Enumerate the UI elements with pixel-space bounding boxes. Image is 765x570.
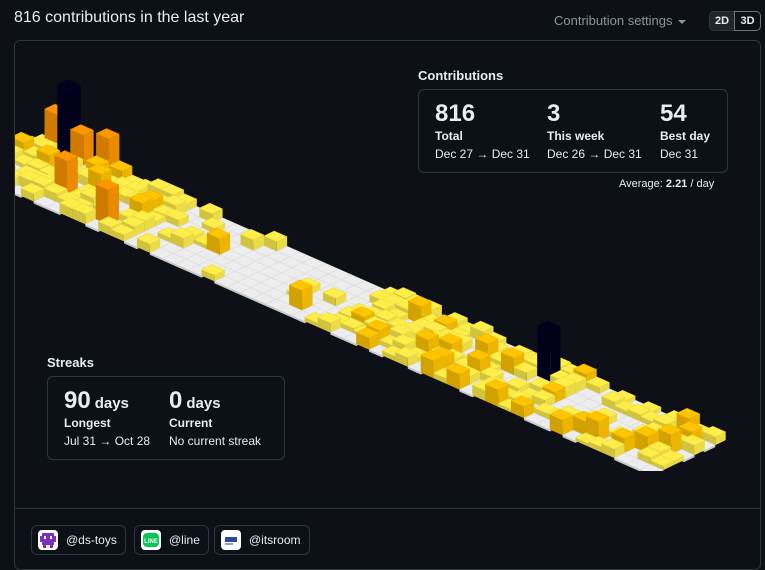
streaks-section-title: Streaks	[47, 355, 94, 370]
contribution-settings-label: Contribution settings	[554, 13, 673, 28]
svg-text:LINE: LINE	[144, 539, 158, 545]
stat-best-day-value: 54	[660, 100, 687, 127]
stat-total: 816 Total Dec 27 → Dec 31	[435, 100, 530, 162]
stat-total-label: Total	[435, 129, 463, 143]
stat-longest-label: Longest	[64, 416, 111, 430]
stat-longest-value: 90	[64, 387, 91, 414]
org-badge-ds-toys[interactable]: @ds-toys	[31, 525, 126, 555]
average-value: 2.21	[665, 178, 688, 190]
stat-this-week: 3 This week Dec 26 → Dec 31	[547, 100, 642, 162]
stat-total-range: Dec 27 → Dec 31	[435, 147, 530, 161]
stat-current-value: 0	[169, 387, 183, 414]
itsroom-icon	[221, 530, 241, 550]
stat-best-day-label: Best day	[660, 129, 711, 143]
view-2d-button[interactable]: 2D	[709, 11, 735, 31]
stat-current-range: No current streak	[169, 434, 262, 448]
ds-toys-icon	[38, 530, 58, 550]
stat-longest-streak: 90 days Longest Jul 31 → Oct 28	[64, 387, 151, 449]
stat-current-unit: days	[186, 395, 221, 412]
org-name-ds-toys: @ds-toys	[66, 533, 117, 547]
stat-total-value: 816	[435, 100, 476, 127]
contribution-day-bar	[445, 363, 471, 390]
contributions-count-title: 816 contributions in the last year	[14, 9, 245, 26]
average-per-day: Average: 2.21 / day	[619, 178, 714, 190]
panel-divider	[15, 508, 760, 509]
stat-this-week-range: Dec 26 → Dec 31	[547, 147, 642, 161]
stat-this-week-label: This week	[547, 129, 605, 143]
average-unit: / day	[690, 178, 715, 190]
org-badge-itsroom[interactable]: @itsroom	[214, 525, 310, 555]
average-label: Average:	[619, 178, 663, 190]
stat-best-day-range: Dec 31	[660, 147, 699, 161]
contributions-section-title: Contributions	[418, 68, 504, 83]
org-name-line: @line	[169, 533, 200, 547]
stat-current-label: Current	[169, 416, 213, 430]
line-icon: LINE	[141, 530, 161, 550]
contribution-settings-dropdown[interactable]: Contribution settings	[554, 13, 686, 28]
stat-this-week-value: 3	[547, 100, 561, 127]
org-badge-line[interactable]: LINE @line	[134, 525, 209, 555]
stat-best-day: 54 Best day Dec 31	[660, 100, 711, 162]
org-name-itsroom: @itsroom	[249, 533, 301, 547]
stat-longest-unit: days	[94, 395, 129, 412]
stat-current-streak: 0 days Current No current streak	[169, 387, 262, 449]
contribution-day-bar	[288, 279, 314, 311]
view-3d-button[interactable]: 3D	[734, 11, 761, 31]
stat-longest-range: Jul 31 → Oct 28	[64, 434, 151, 448]
caret-down-icon	[677, 19, 686, 24]
